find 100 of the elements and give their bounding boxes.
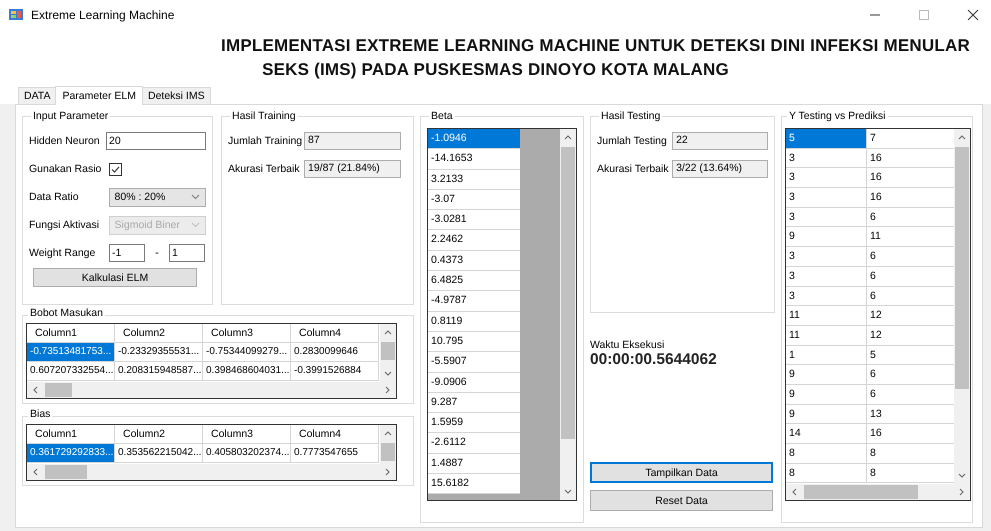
close-icon[interactable] (967, 9, 979, 21)
field-label: Weight Range (29, 247, 96, 259)
list-cell[interactable]: 9.287 (428, 392, 520, 414)
group-title: Hasil Training (230, 110, 298, 122)
table-cell: 3 (786, 266, 867, 286)
tab[interactable]: Deteksi IMS (142, 87, 211, 104)
field-label: Gunakan Rasio (29, 163, 102, 175)
table-cell: -0.75344099279... (203, 343, 291, 362)
list-cell[interactable]: 1.4887 (428, 454, 520, 474)
table-cell: 8 (867, 464, 954, 484)
table-cell: 3 (786, 168, 867, 188)
table-cell: 3 (786, 148, 867, 168)
list-cell[interactable]: 3.2133 (428, 170, 520, 190)
column-header[interactable]: Column3 (203, 425, 291, 444)
table-cell: 9 (786, 227, 867, 248)
list-cell[interactable]: -4.9787 (428, 291, 520, 312)
list-cell[interactable]: -1.0946 (428, 129, 520, 150)
text-field[interactable]: -1 (109, 244, 145, 262)
group-title: Beta (429, 110, 455, 122)
list-cell[interactable]: 10.795 (428, 332, 520, 352)
window-title: Extreme Learning Machine (31, 8, 174, 22)
app-icon (8, 7, 24, 23)
group-title: Bobot Masukan (28, 307, 105, 319)
table-cell: 0.208315948587... (115, 362, 203, 381)
execution-time: 00:00:00.5644062 (590, 351, 718, 369)
list-cell[interactable]: 6.4825 (428, 271, 520, 292)
list-cell[interactable]: -5.5907 (428, 352, 520, 373)
field-label: Fungsi Aktivasi (29, 219, 100, 231)
table-cell: 3 (786, 208, 867, 228)
list-cell[interactable]: -3.07 (428, 190, 520, 210)
column-header[interactable]: Column4 (291, 425, 379, 444)
table-cell: 9 (786, 384, 867, 405)
list-cell[interactable]: -3.0281 (428, 210, 520, 230)
tab[interactable]: DATA (18, 87, 56, 104)
table-cell: 16 (867, 148, 954, 168)
readonly-field: 3/22 (13.64%) (672, 160, 768, 178)
maximize-icon[interactable] (918, 9, 930, 21)
vertical-scrollbar[interactable] (380, 425, 396, 464)
column-header[interactable]: Column3 (203, 324, 291, 343)
group-title: Hasil Testing (599, 110, 662, 122)
column-header[interactable]: Column2 (115, 324, 203, 343)
action-button[interactable]: Reset Data (590, 490, 773, 511)
table-cell: 5 (867, 346, 954, 366)
range-separator: - (154, 247, 160, 259)
group-title: Y Testing vs Prediksi (787, 110, 888, 122)
table-cell: 0.405803202374... (203, 444, 291, 463)
list-cell[interactable]: 0.4373 (428, 250, 520, 272)
list-cell[interactable]: 2.2462 (428, 230, 520, 251)
table-cell: 1 (786, 346, 867, 366)
table-cell: 5 (786, 129, 867, 149)
table-cell: 11 (786, 306, 867, 326)
table-cell: 3 (786, 286, 867, 306)
list-cell[interactable]: -2.6112 (428, 433, 520, 454)
vertical-scrollbar[interactable] (380, 324, 396, 382)
vertical-scrollbar[interactable] (954, 129, 970, 484)
group-title: Bias (28, 408, 52, 420)
table-cell: 11 (786, 326, 867, 346)
table-cell: 13 (867, 404, 954, 424)
table-cell: 9 (786, 404, 867, 424)
list-cell[interactable]: 0.8119 (428, 312, 520, 332)
column-header[interactable]: Column4 (291, 324, 379, 343)
page-heading: SEKS (IMS) PADA PUSKESMAS DINOYO KOTA MALANG (262, 59, 729, 81)
table-cell: 3 (786, 247, 867, 267)
field-label: Hidden Neuron (29, 135, 101, 147)
dropdown[interactable]: 80% : 20% (108, 188, 206, 206)
calculate-button[interactable]: Kalkulasi ELM (33, 268, 197, 287)
horizontal-scrollbar[interactable] (27, 382, 396, 398)
vertical-scrollbar[interactable] (560, 129, 576, 500)
horizontal-scrollbar[interactable] (27, 464, 396, 480)
table-cell: 0.398468604031... (203, 362, 291, 381)
table-cell: 14 (786, 424, 867, 444)
column-header[interactable]: Column2 (115, 425, 203, 444)
checkbox[interactable] (109, 162, 122, 176)
table-cell: 0.353562215042... (115, 444, 203, 463)
list-cell[interactable]: -9.0906 (428, 372, 520, 393)
table-cell: 8 (786, 444, 867, 464)
readonly-field: 19/87 (21.84%) (304, 160, 401, 178)
tab[interactable]: Parameter ELM (55, 86, 143, 105)
table-cell: 6 (867, 286, 954, 306)
chevron-icon[interactable] (191, 194, 200, 200)
text-field[interactable]: 1 (169, 244, 205, 262)
list-cell[interactable]: 15.6182 (428, 474, 520, 494)
table-cell: 0.7773547655 (291, 444, 379, 463)
field-label: Jumlah Testing (597, 135, 668, 147)
text-field[interactable]: 20 (106, 132, 206, 150)
field-label: Jumlah Training (228, 135, 304, 147)
action-button[interactable]: Tampilkan Data (590, 462, 773, 483)
table-cell: 0.2830099646 (291, 343, 379, 362)
list-cell[interactable]: -14.1653 (428, 149, 520, 170)
readonly-field: 22 (672, 132, 768, 150)
table-cell: 3 (786, 188, 867, 208)
table-cell: -0.3991526884 (291, 362, 379, 381)
page-heading: IMPLEMENTASI EXTREME LEARNING MACHINE UNTUK DETEKSI DINI INFEKSI MENULAR (220, 35, 970, 57)
table-cell: -0.23329355531... (115, 343, 203, 362)
list-cell[interactable]: 1.5959 (428, 413, 520, 434)
horizontal-scrollbar[interactable] (786, 484, 970, 500)
group-title: Input Parameter (31, 110, 110, 122)
time-label: Waktu Eksekusi (590, 339, 666, 351)
readonly-field: 87 (304, 132, 401, 150)
table-cell: 0.361729292833... (27, 444, 115, 463)
